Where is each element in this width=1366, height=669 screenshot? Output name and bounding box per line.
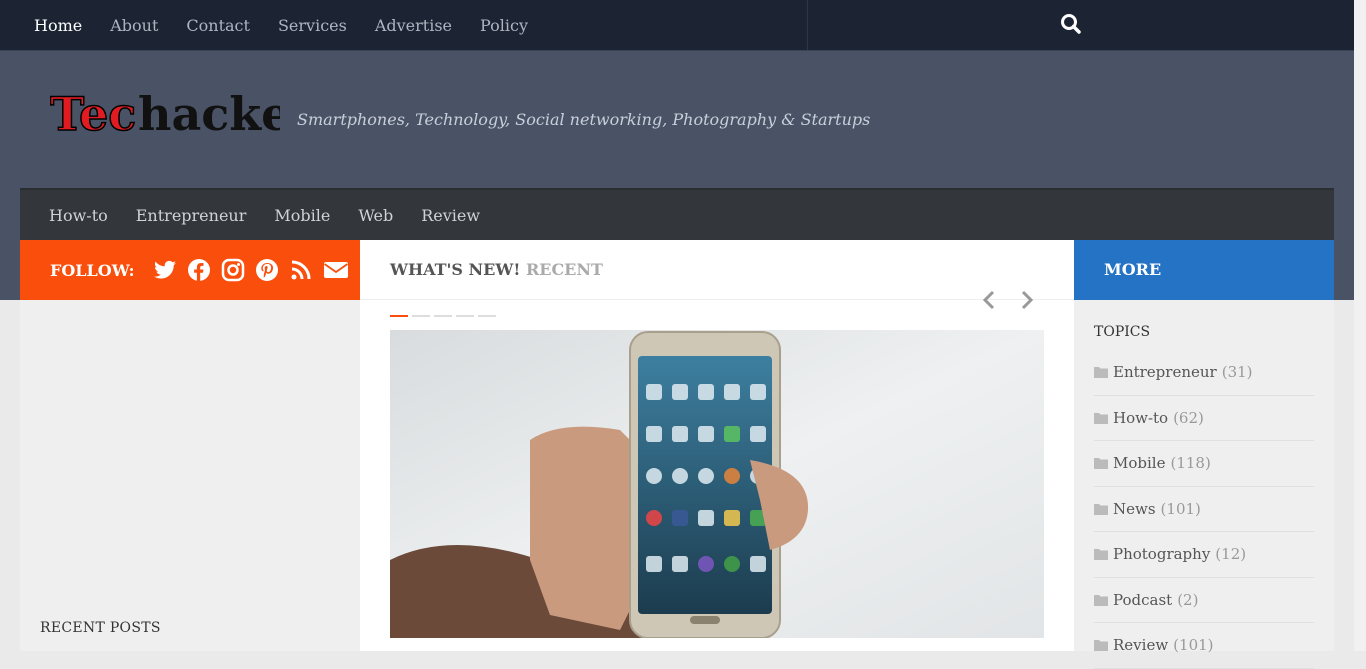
topic-count: (31): [1221, 363, 1253, 382]
recent-posts-title: RECENT POSTS: [40, 620, 161, 636]
slider-dot[interactable]: [478, 315, 496, 317]
slider-dot[interactable]: [456, 315, 474, 317]
email-icon[interactable]: [323, 258, 349, 282]
folder-icon: [1094, 412, 1108, 424]
topic-count: (12): [1215, 545, 1247, 564]
content-title: WHAT'S NEW!: [390, 260, 521, 279]
topic-name[interactable]: Mobile: [1113, 454, 1165, 472]
folder-icon: [1094, 640, 1108, 652]
facebook-icon[interactable]: [187, 258, 211, 282]
folder-icon: [1094, 503, 1108, 515]
topic-name[interactable]: Review: [1113, 636, 1168, 654]
follow-label: FOLLOW:: [50, 260, 135, 280]
twitter-icon[interactable]: [153, 258, 177, 282]
folder-icon: [1094, 594, 1108, 606]
topic-item-review[interactable]: Review (101): [1094, 623, 1314, 669]
topic-item-mobile[interactable]: Mobile (118): [1094, 441, 1314, 487]
pinterest-icon[interactable]: [255, 258, 279, 282]
slider-dot[interactable]: [434, 315, 452, 317]
instagram-icon[interactable]: [221, 258, 245, 282]
top-bar: Home About Contact Services Advertise Po…: [0, 0, 1354, 51]
mainnav-entrepreneur[interactable]: Entrepreneur: [122, 206, 261, 225]
featured-image[interactable]: [390, 330, 1044, 638]
chevron-right-icon[interactable]: [1014, 288, 1038, 312]
chevron-left-icon[interactable]: [978, 288, 1002, 312]
topnav-home[interactable]: Home: [20, 16, 96, 35]
topic-name[interactable]: How-to: [1113, 409, 1168, 427]
topnav-policy[interactable]: Policy: [466, 16, 542, 35]
main-nav: How-to Entrepreneur Mobile Web Review: [20, 188, 1334, 240]
folder-icon: [1094, 549, 1108, 561]
topic-item-how-to[interactable]: How-to (62): [1094, 396, 1314, 441]
topic-count: (2): [1177, 590, 1199, 609]
topic-item-podcast[interactable]: Podcast (2): [1094, 578, 1314, 623]
topic-count: (101): [1173, 636, 1214, 655]
left-sidebar: RECENT POSTS: [20, 300, 360, 651]
slider-dots: [390, 315, 500, 317]
topnav-advertise[interactable]: Advertise: [361, 16, 466, 35]
slider-dot[interactable]: [390, 315, 408, 317]
svg-text:hacker: hacker: [138, 87, 280, 141]
more-header: MORE: [1074, 240, 1334, 300]
top-nav: Home About Contact Services Advertise Po…: [20, 0, 542, 50]
content-subtitle: RECENT: [525, 260, 603, 279]
topic-name[interactable]: Entrepreneur: [1113, 363, 1217, 381]
mainnav-review[interactable]: Review: [407, 206, 494, 225]
slider-dot[interactable]: [412, 315, 430, 317]
site-tagline: Smartphones, Technology, Social networki…: [297, 110, 871, 129]
topic-count: (101): [1160, 499, 1201, 518]
rss-icon[interactable]: [289, 258, 313, 282]
svg-text:Tec: Tec: [50, 87, 136, 141]
topic-name[interactable]: Photography: [1113, 545, 1210, 563]
page-scrollbar[interactable]: [1354, 0, 1366, 651]
folder-icon: [1094, 367, 1108, 379]
topnav-contact[interactable]: Contact: [172, 16, 264, 35]
top-divider: [807, 0, 808, 50]
topic-item-entrepreneur[interactable]: Entrepreneur (31): [1094, 350, 1314, 396]
right-sidebar: TOPICS Entrepreneur (31) How-to (62) Mobil…: [1074, 300, 1334, 669]
search-icon[interactable]: [1060, 13, 1082, 35]
topnav-services[interactable]: Services: [264, 16, 361, 35]
mainnav-how-to[interactable]: How-to: [35, 206, 122, 225]
topic-name[interactable]: Podcast: [1113, 591, 1172, 609]
follow-bar: FOLLOW:: [20, 240, 360, 300]
site-logo[interactable]: Tec hacker: [50, 85, 280, 145]
main-content: WHAT'S NEW! RECENT: [360, 240, 1074, 651]
topic-name[interactable]: News: [1113, 500, 1156, 518]
topic-item-news[interactable]: News (101): [1094, 487, 1314, 532]
mainnav-mobile[interactable]: Mobile: [260, 206, 344, 225]
content-heading: WHAT'S NEW! RECENT: [390, 260, 603, 279]
divider: [360, 299, 1074, 300]
topic-item-photography[interactable]: Photography (12): [1094, 532, 1314, 578]
topics-title: TOPICS: [1094, 324, 1151, 340]
topics-list: Entrepreneur (31) How-to (62) Mobile (118) …: [1094, 350, 1314, 669]
folder-icon: [1094, 458, 1108, 470]
topic-count: (118): [1170, 454, 1211, 473]
mainnav-web[interactable]: Web: [344, 206, 407, 225]
topic-count: (62): [1173, 408, 1204, 427]
topnav-about[interactable]: About: [96, 16, 172, 35]
